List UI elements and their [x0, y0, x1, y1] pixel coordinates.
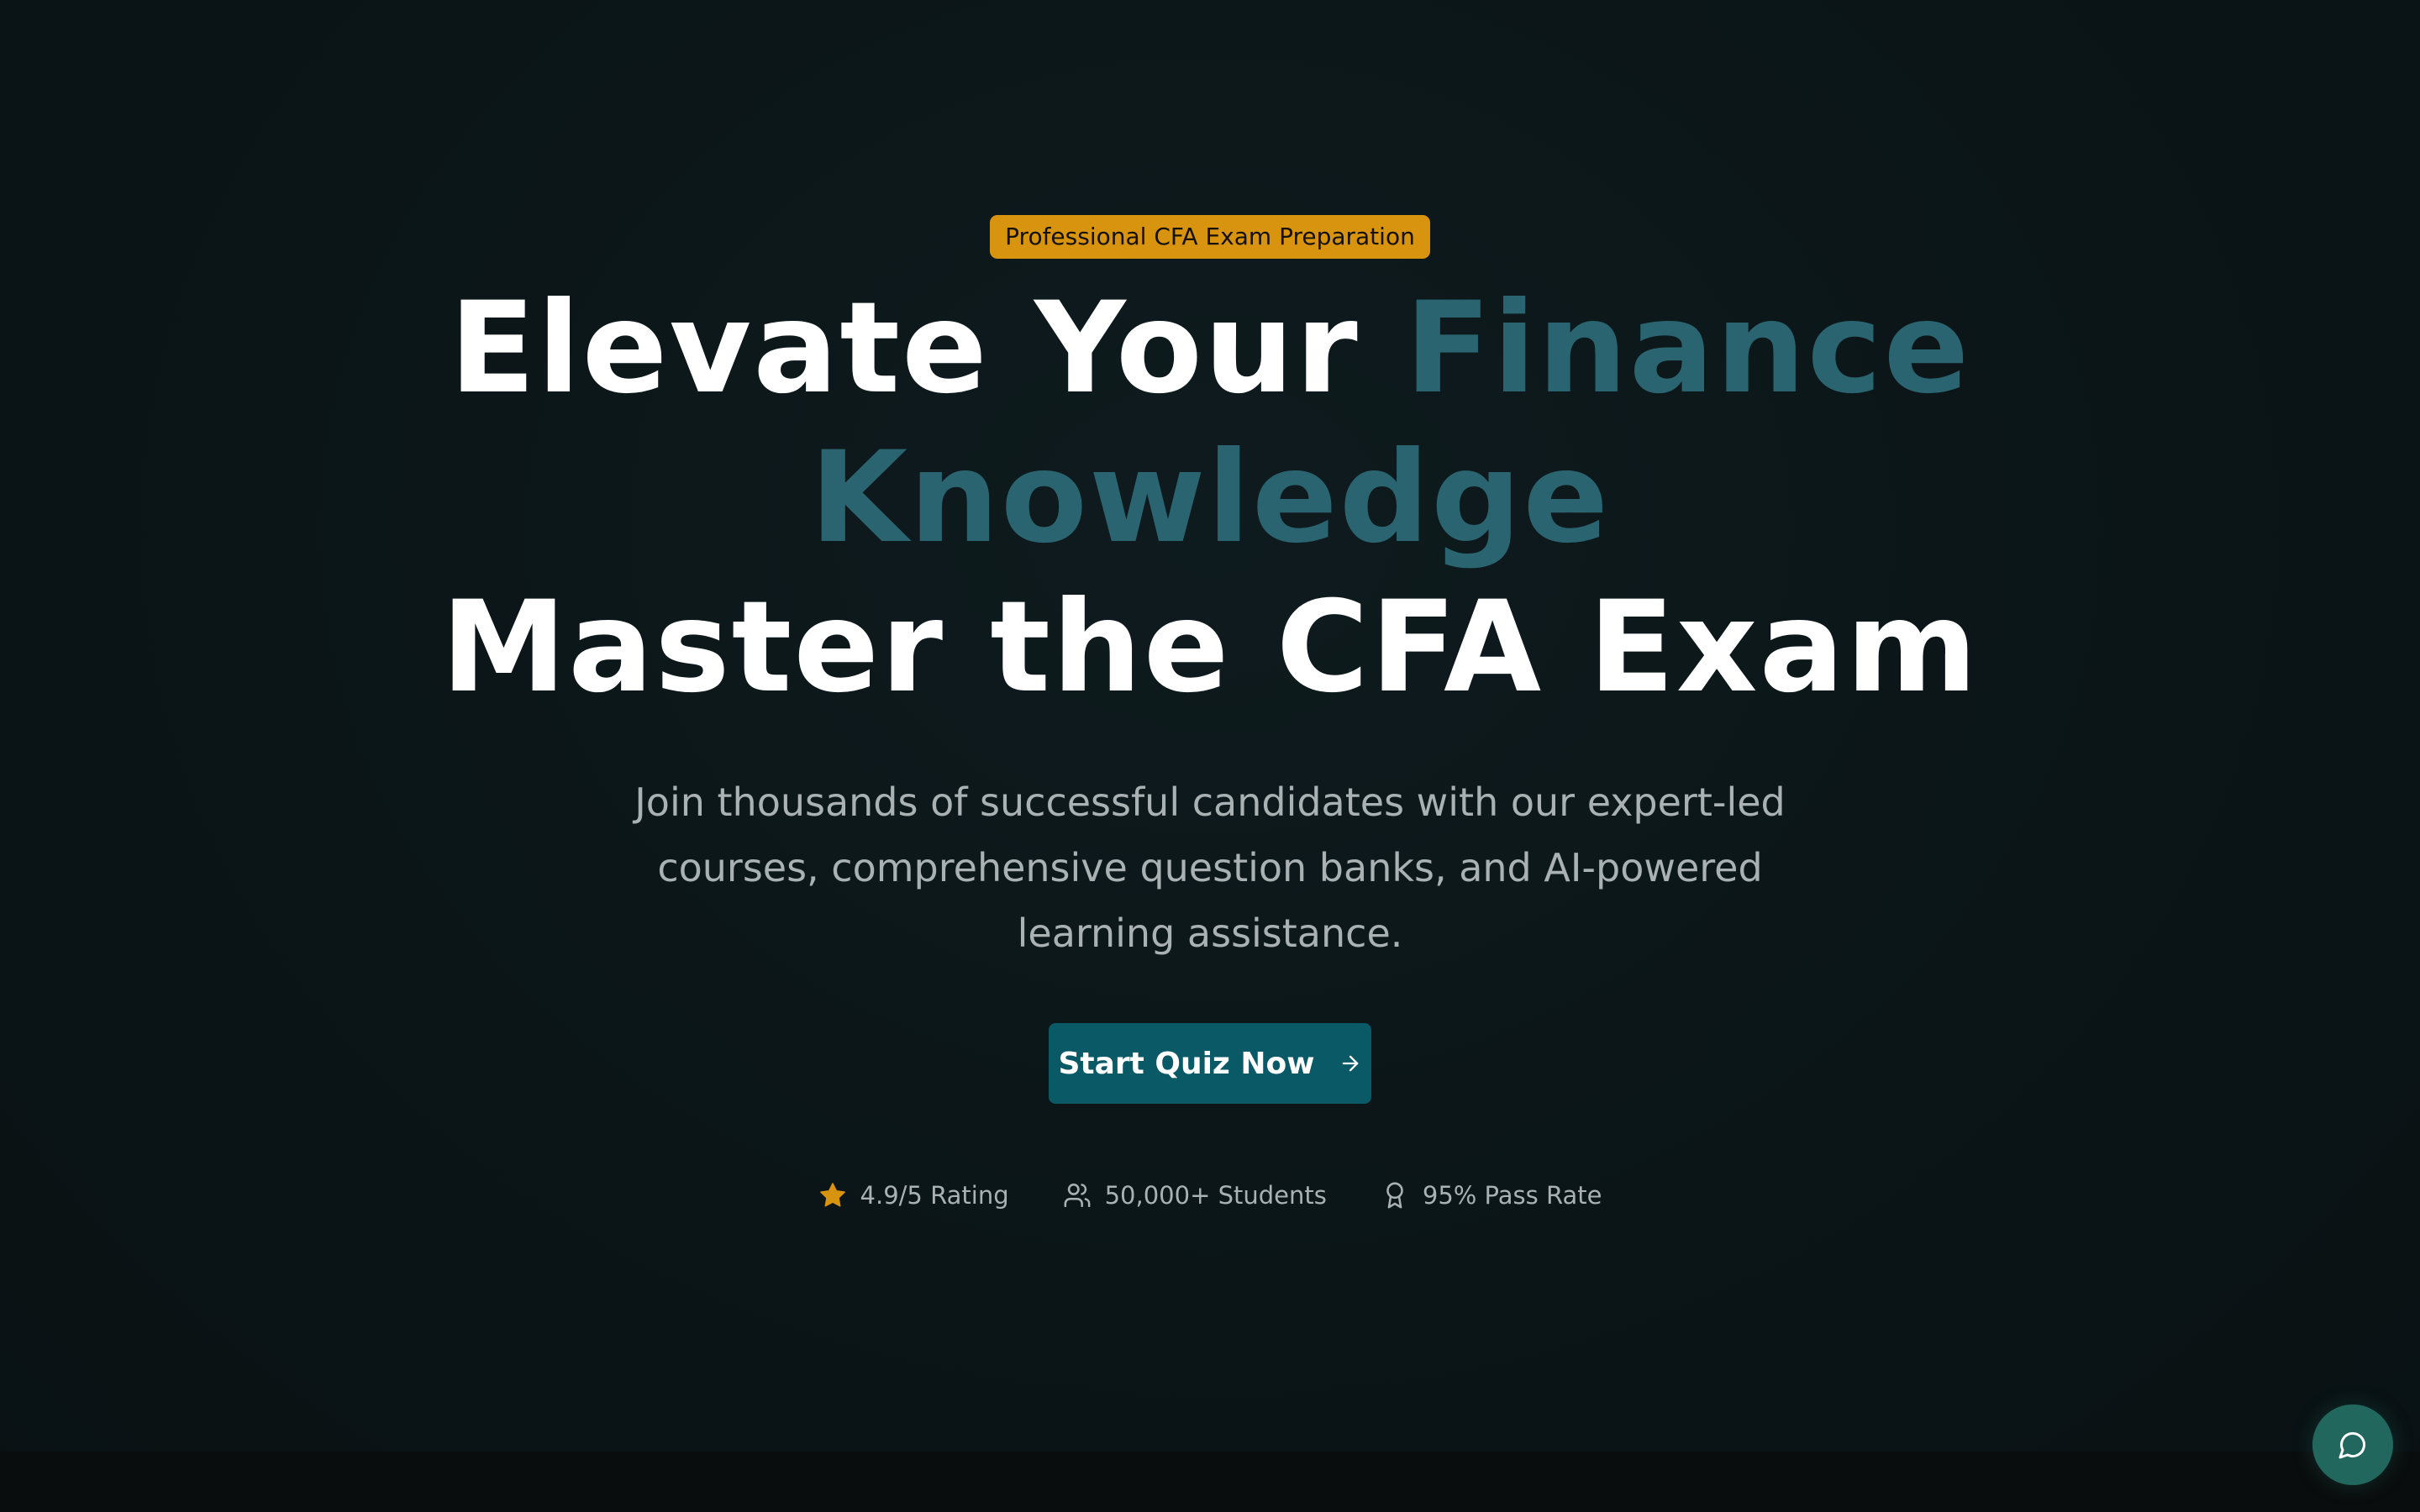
headline-line-1: Elevate Your Finance [441, 274, 1979, 423]
users-icon [1063, 1181, 1092, 1210]
stat-pass-rate: 95% Pass Rate [1381, 1181, 1602, 1210]
headline-part-1: Elevate Your [449, 276, 1405, 422]
stat-rating: 4.9/5 Rating [818, 1181, 1009, 1210]
hero-badge: Professional CFA Exam Preparation [990, 215, 1430, 259]
stat-students: 50,000+ Students [1063, 1181, 1327, 1210]
stat-rating-label: 4.9/5 Rating [860, 1181, 1009, 1210]
arrow-right-icon [1339, 1052, 1362, 1075]
stat-pass-rate-label: 95% Pass Rate [1422, 1181, 1602, 1210]
hero-subtitle: Join thousands of successful candidates … [634, 780, 1786, 956]
footer-band [0, 1452, 2420, 1512]
start-quiz-label: Start Quiz Now [1058, 1046, 1315, 1081]
hero-section: Professional CFA Exam Preparation Elevat… [0, 0, 2420, 1210]
stats-row: 4.9/5 Rating 50,000+ Students 95% Pass R… [818, 1181, 1602, 1210]
start-quiz-button[interactable]: Start Quiz Now [1049, 1023, 1371, 1104]
headline-accent-knowledge: Knowledge [809, 425, 1611, 571]
headline-accent-finance: Finance [1404, 276, 1971, 422]
headline-line-3: Master the CFA Exam [440, 575, 1980, 721]
chat-bubble-icon [2338, 1430, 2368, 1460]
hero-headline: Elevate Your Finance Knowledge Master th… [441, 274, 1979, 722]
star-icon [818, 1181, 847, 1210]
award-icon [1381, 1181, 1409, 1210]
stat-students-label: 50,000+ Students [1104, 1181, 1327, 1210]
chat-widget-button[interactable] [2312, 1404, 2393, 1485]
landing-page: Professional CFA Exam Preparation Elevat… [0, 0, 2420, 1512]
